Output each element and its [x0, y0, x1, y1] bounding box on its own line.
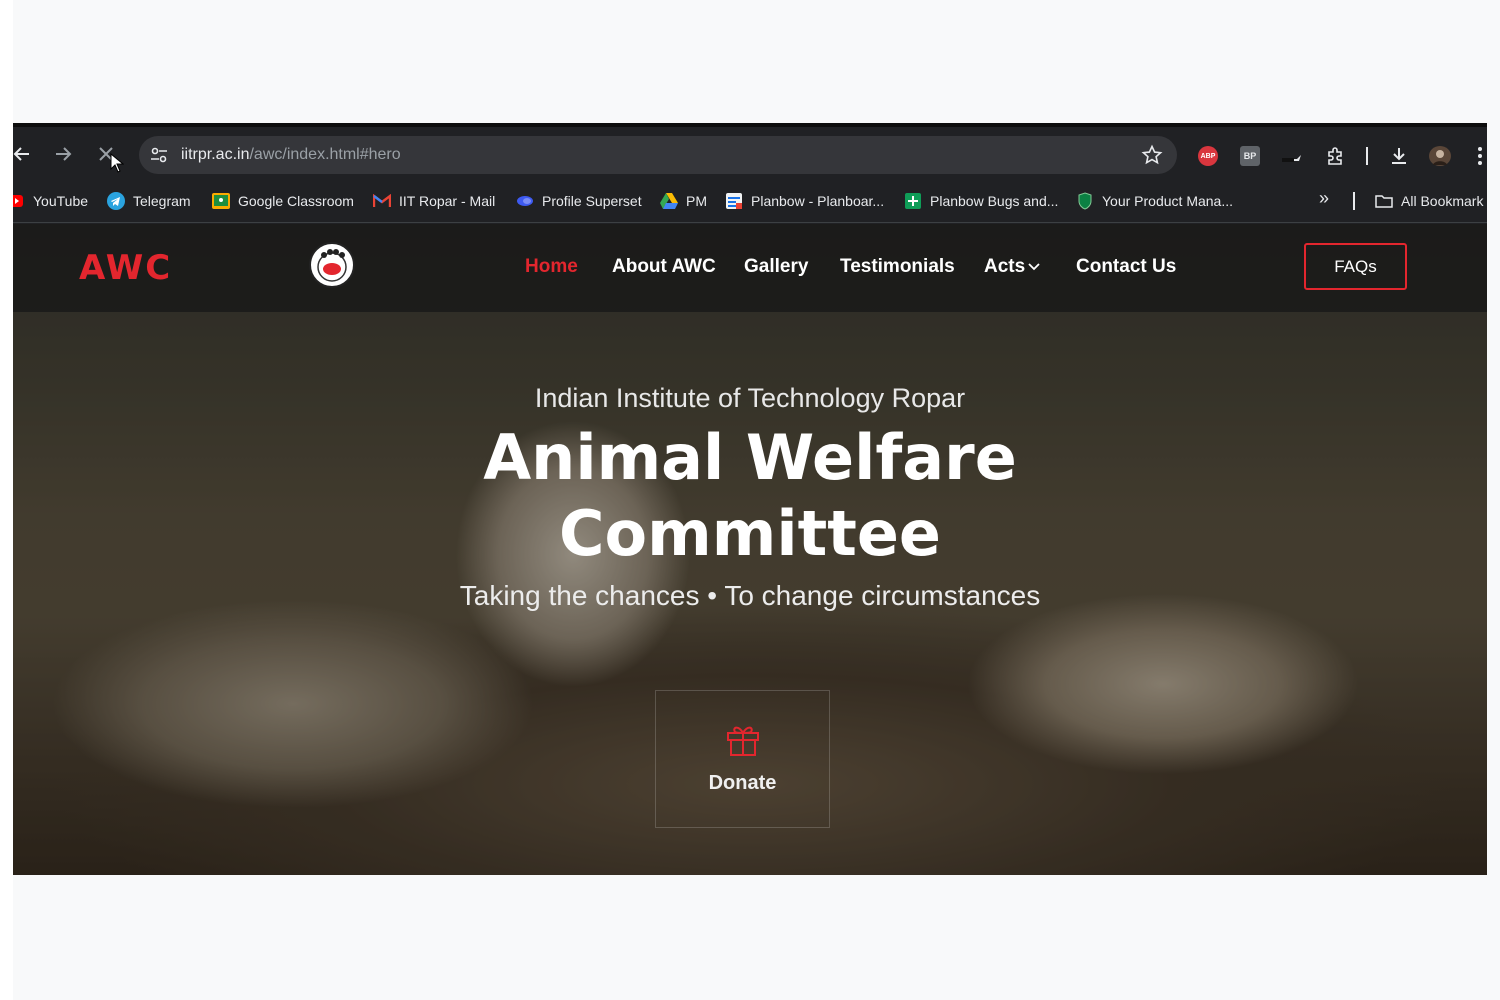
- nav-acts[interactable]: Acts: [984, 256, 1025, 278]
- back-arrow-icon[interactable]: [13, 141, 35, 167]
- extension-icon[interactable]: [1281, 146, 1303, 166]
- all-bookmarks-folder[interactable]: All Bookmark: [1375, 191, 1483, 211]
- sheets-icon: [904, 192, 922, 210]
- site-brand[interactable]: AWC: [79, 248, 172, 288]
- hero-subtitle: Indian Institute of Technology Ropar: [534, 383, 966, 413]
- google-drive-icon: [660, 192, 678, 210]
- bookmark-label: YouTube: [33, 193, 89, 209]
- planbow-icon: [725, 192, 743, 210]
- forward-arrow-icon[interactable]: [50, 141, 76, 167]
- nav-contact-us[interactable]: Contact Us: [1076, 256, 1176, 278]
- bookmarks-divider: [1353, 192, 1355, 210]
- hero-section: AWC Home About AWC Gallery Testimonials …: [13, 224, 1487, 875]
- nav-home[interactable]: Home: [525, 256, 578, 278]
- browser-window: iitrpr.ac.in/awc/index.html#hero ABP BP …: [13, 123, 1487, 875]
- hero-title-line2: Committee: [559, 497, 941, 570]
- telegram-icon: [107, 192, 125, 210]
- bookmark-label: IIT Ropar - Mail: [399, 193, 496, 209]
- url-text: iitrpr.ac.in/awc/index.html#hero: [181, 146, 401, 163]
- bookmark-iit-ropar-mail[interactable]: IIT Ropar - Mail: [373, 191, 495, 211]
- folder-icon: [1375, 192, 1393, 210]
- gmail-icon: [373, 192, 391, 210]
- bookmark-label: Google Classroom: [238, 193, 354, 209]
- bookmark-pm[interactable]: PM: [660, 191, 707, 211]
- adblock-plus-icon[interactable]: ABP: [1198, 146, 1218, 166]
- profile-avatar[interactable]: [1429, 146, 1451, 166]
- chevron-down-icon[interactable]: [1027, 257, 1041, 279]
- extensions-puzzle-icon[interactable]: [1325, 146, 1347, 166]
- faqs-button[interactable]: FAQs: [1304, 243, 1407, 290]
- hero-tagline: Taking the chances • To change circumsta…: [459, 580, 1041, 611]
- nav-about-awc[interactable]: About AWC: [612, 256, 716, 278]
- downloads-icon[interactable]: [1388, 146, 1410, 166]
- awc-logo[interactable]: [309, 242, 355, 288]
- bookmark-label: Telegram: [133, 193, 191, 209]
- mouse-cursor-icon: [109, 153, 125, 173]
- bookmark-your-product-manager[interactable]: Your Product Mana...: [1076, 191, 1233, 211]
- bookmark-label: PM: [686, 193, 707, 209]
- shield-icon: [1076, 192, 1094, 210]
- bookmark-label: Your Product Mana...: [1102, 193, 1234, 209]
- donate-button[interactable]: Donate: [655, 690, 830, 828]
- bookmark-profile-superset[interactable]: Profile Superset: [516, 191, 642, 211]
- more-bookmarks-chevron-icon[interactable]: »: [1319, 188, 1329, 208]
- bookmark-google-classroom[interactable]: Google Classroom: [212, 191, 354, 211]
- toolbar-divider: [1366, 147, 1368, 165]
- left-margin: [0, 0, 13, 1000]
- hero-title: Animal Welfare Committee: [13, 420, 1487, 572]
- nav-testimonials[interactable]: Testimonials: [840, 256, 955, 278]
- bookmark-planbow[interactable]: Planbow - Planboar...: [725, 191, 884, 211]
- browser-menu-icon[interactable]: [1475, 146, 1485, 166]
- all-bookmarks-label: All Bookmark: [1401, 193, 1484, 209]
- hero-title-line1: Animal Welfare: [483, 421, 1017, 494]
- bookmark-label: Profile Superset: [542, 193, 642, 209]
- youtube-icon: [13, 192, 25, 210]
- bookmarks-bar: YouTube Telegram Google Classroom IIT Ro…: [13, 179, 1487, 223]
- bookmark-label: Planbow - Planboar...: [751, 193, 885, 209]
- google-classroom-icon: [212, 192, 230, 210]
- address-bar[interactable]: iitrpr.ac.in/awc/index.html#hero: [139, 136, 1177, 174]
- bookmark-star-icon[interactable]: [1141, 144, 1163, 166]
- gift-icon: [725, 723, 761, 762]
- bp-extension-icon[interactable]: BP: [1240, 146, 1260, 166]
- bookmark-label: Planbow Bugs and...: [930, 193, 1059, 209]
- superset-icon: [516, 192, 534, 210]
- bookmark-telegram[interactable]: Telegram: [107, 191, 191, 211]
- site-settings-icon[interactable]: [149, 145, 169, 165]
- nav-gallery[interactable]: Gallery: [744, 256, 808, 278]
- browser-toolbar: iitrpr.ac.in/awc/index.html#hero ABP BP: [13, 123, 1487, 179]
- bookmark-planbow-bugs[interactable]: Planbow Bugs and...: [904, 191, 1058, 211]
- bookmark-youtube[interactable]: YouTube: [13, 191, 88, 211]
- donate-label: Donate: [708, 772, 777, 794]
